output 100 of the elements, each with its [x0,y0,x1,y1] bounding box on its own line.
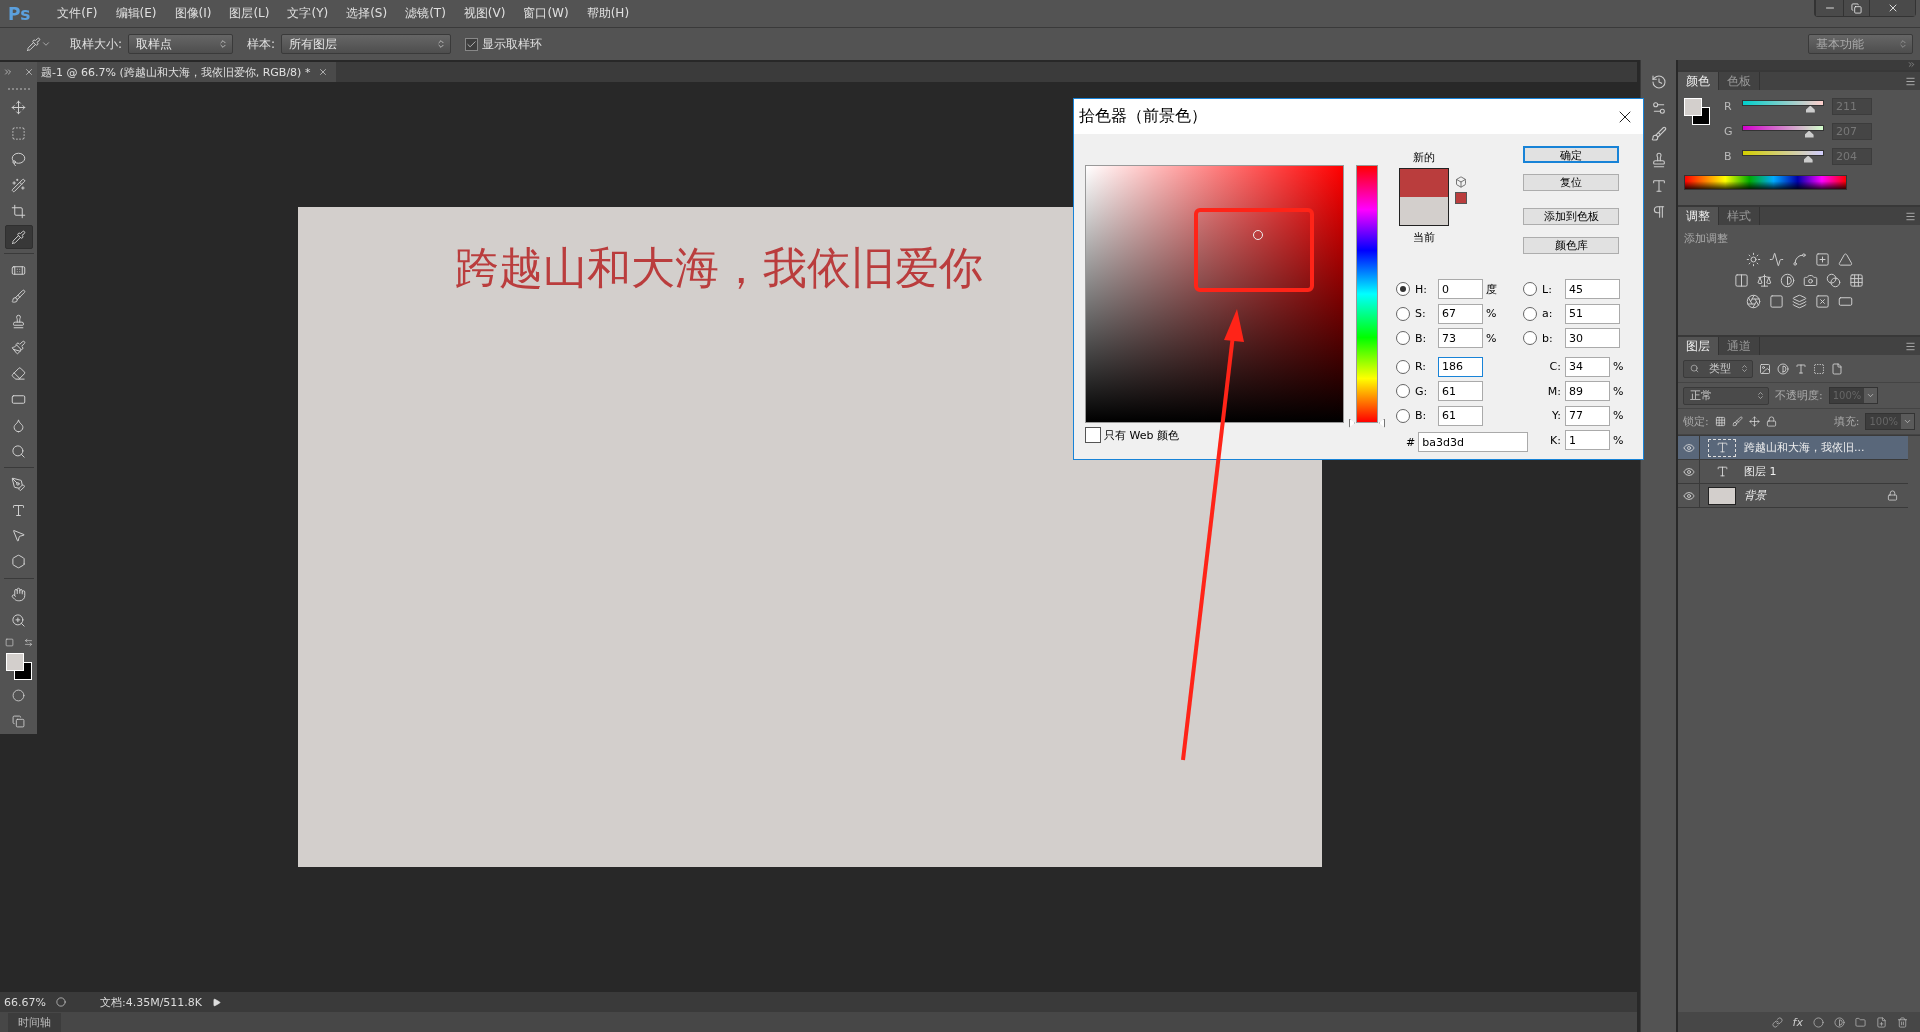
zoom-icon [11,613,26,629]
value-field[interactable]: 186 [1438,356,1483,377]
dialog-button[interactable]: 颜色库 [1523,237,1619,254]
channel-slider[interactable] [1742,99,1824,114]
hex-field[interactable]: ba3d3d [1418,432,1529,452]
layer-row[interactable]: 图层 1 [1678,460,1908,484]
lock-icon [1887,490,1898,501]
checkbox-label: 显示取样环 [482,35,543,53]
value-field[interactable]: 51 [1565,303,1620,324]
sample-size-select[interactable]: 取样点 [128,34,234,54]
panel-tab[interactable]: 颜色 [1678,72,1719,90]
canvas-text: 跨越山和大海，我依旧爱你 [455,241,983,295]
radio-button[interactable] [1396,282,1410,297]
color-field[interactable] [1085,165,1344,423]
folder-icon [1855,1016,1866,1028]
color-spectrum[interactable] [1684,175,1847,190]
menu-item[interactable]: 视图(V) [454,5,515,22]
timeline-tab[interactable]: 时间轴 [8,1012,61,1032]
value-field[interactable]: 34 [1565,356,1610,377]
panel-tab[interactable]: 通道 [1719,337,1760,355]
blend-mode-select[interactable]: 正常 [1683,386,1769,405]
value-field[interactable]: 61 [1438,405,1483,426]
layer-name: 跨越山和大海，我依旧... [1744,440,1866,455]
menu-item[interactable]: 滤镜(T) [396,5,455,22]
layer-row[interactable]: 背景 [1678,484,1908,508]
caret-icon [1903,417,1912,426]
field-label: R: [1414,360,1427,374]
caret-icon [1756,391,1765,400]
caret-icon [218,39,229,49]
radio-button[interactable] [1396,408,1410,423]
menu-item[interactable]: 帮助(H) [577,5,639,22]
filter-select[interactable]: 类型 [1683,359,1753,378]
plus-square-icon [1814,252,1830,267]
channel-label: G [1724,125,1734,138]
checkbox[interactable] [1085,427,1101,443]
square-icon [1813,362,1825,375]
menu-item[interactable]: 图层(L) [220,5,279,22]
dialog-button[interactable]: 复位 [1523,174,1619,191]
channel-slider[interactable] [1742,149,1824,164]
value-field[interactable]: 61 [1438,381,1483,402]
history-icon [1650,74,1667,90]
value-field[interactable]: 30 [1565,328,1620,349]
value-field[interactable]: 0 [1438,279,1483,300]
dialog-button[interactable]: 添加到色板 [1523,208,1619,225]
panel-menu-icon [1905,75,1916,87]
field-label: M: [1546,384,1562,398]
field-label: H: [1414,282,1428,296]
channel-label: R [1724,100,1733,113]
default-colors-icon [4,637,14,647]
radio-button[interactable] [1396,359,1410,374]
value-field[interactable]: 73 [1438,328,1483,349]
sun-icon [1745,252,1761,267]
value-field[interactable]: 89 [1565,381,1610,402]
panel-tab[interactable]: 色板 [1719,72,1760,90]
radio-button[interactable] [1396,306,1410,321]
menu-item[interactable]: 图像(I) [165,5,221,22]
menu-item[interactable]: 选择(S) [337,5,397,22]
field-label: a: [1541,307,1554,321]
minimize-button[interactable] [1815,0,1843,16]
crop-icon [11,203,26,219]
field-label: S: [1414,307,1427,321]
color-swatches[interactable] [3,650,34,683]
restore-button[interactable] [1843,0,1869,16]
channel-slider[interactable] [1742,124,1824,139]
radio-button[interactable] [1523,306,1537,321]
radio-button[interactable] [1396,384,1410,399]
dialog-button[interactable]: 确定 [1523,146,1619,163]
panel-tab[interactable]: 图层 [1678,337,1719,355]
sample-label: 样本: [247,35,276,53]
radio-button[interactable] [1523,331,1537,346]
effects-button[interactable]: fx [1792,1015,1803,1029]
value-field[interactable]: 45 [1565,279,1620,300]
layer-row[interactable]: 跨越山和大海，我依旧... [1678,436,1908,460]
sample-size-label: 取样大小: [70,35,123,53]
menu-item[interactable]: 文字(Y) [278,5,338,22]
document-tab[interactable]: 题-1 @ 66.7% (跨越山和大海，我依旧爱你, RGB/8) * [37,62,337,82]
radio-button[interactable] [1396,331,1410,346]
panel-menu-icon [1905,210,1916,222]
menu-item[interactable]: 编辑(E) [106,5,166,22]
panel-tab[interactable]: 样式 [1719,207,1760,225]
radio-button[interactable] [1523,282,1537,297]
menu-item[interactable]: 文件(F) [48,5,107,22]
channel-label: B [1724,150,1733,163]
panel-tab[interactable]: 调整 [1678,207,1719,225]
dialog-title: 拾色器（前景色） [1079,106,1207,127]
sample-select[interactable]: 所有图层 [281,34,452,54]
value-field[interactable]: 67 [1438,303,1483,324]
eyedropper-tool[interactable] [4,225,33,250]
marquee-icon [11,126,26,142]
file-icon [1831,362,1843,375]
columns-icon [1734,273,1749,288]
layer-thumbnail [1708,486,1736,505]
panel-menu-icon [1905,340,1916,352]
menu-item[interactable]: 窗口(W) [514,5,578,22]
adjustment-icon [1834,1016,1845,1028]
grid-icon [1849,273,1864,288]
checkbox[interactable] [465,37,479,51]
type-icon [11,502,26,518]
value-field[interactable]: 1 [1565,430,1610,451]
value-field[interactable]: 77 [1565,405,1610,426]
